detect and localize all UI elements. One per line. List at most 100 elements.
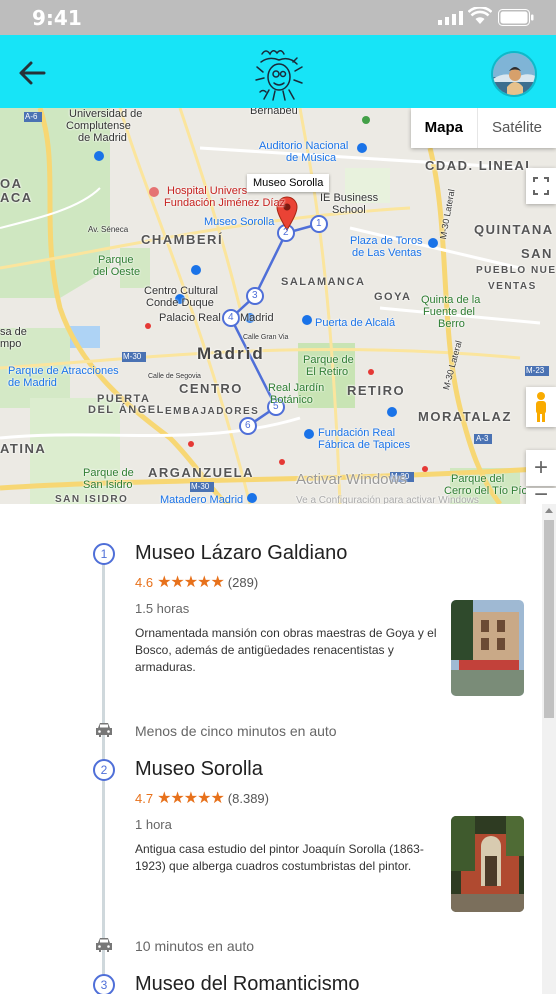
- wifi-icon: [468, 7, 492, 24]
- scroll-up-arrow-icon[interactable]: [545, 508, 553, 513]
- map-label-de-las-ventas: de Las Ventas: [352, 247, 422, 259]
- map-label-av-seneca: Av. Séneca: [88, 225, 129, 234]
- map-label-san: SAN: [521, 246, 553, 261]
- map-label-arganzuela: ARGANZUELA: [148, 465, 254, 480]
- review-count: (8.389): [227, 791, 269, 806]
- fullscreen-button[interactable]: [526, 168, 556, 204]
- map-label-embajadores: EMBAJADORES: [165, 406, 260, 417]
- map-label-complutense: Complutense: [66, 120, 131, 132]
- route-marker-1[interactable]: 1: [316, 218, 322, 230]
- status-time: 9:41: [32, 6, 82, 30]
- stop-photo[interactable]: [451, 600, 524, 696]
- map-label-jardin-1: Real Jardín: [268, 382, 325, 394]
- map-label-cdad-lineal: CDAD. LINEAL: [425, 158, 535, 173]
- map-label-atracciones-2: de Madrid: [8, 377, 57, 389]
- map-label-goya: GOYA: [374, 291, 412, 303]
- map-label-plaza-toros: Plaza de Toros: [350, 235, 423, 247]
- street-view-button[interactable]: [526, 387, 556, 427]
- travel-time: Menos de cinco minutos en auto: [135, 723, 337, 739]
- map-label-retiro-park-2: El Retiro: [306, 366, 349, 378]
- map-label-auditorio: Auditorio Nacional: [259, 140, 349, 152]
- map-label-city-madrid: Madrid: [197, 344, 265, 363]
- battery-icon: [498, 9, 534, 26]
- stop-description: Ornamentada mansión con obras maestras d…: [135, 626, 437, 674]
- back-arrow-icon[interactable]: [14, 55, 50, 91]
- map-label-parque-oeste-2: del Oeste: [93, 266, 141, 278]
- route-marker-5[interactable]: 5: [273, 401, 279, 413]
- map-label-quinta-1: Quinta de la: [421, 294, 481, 306]
- zoom-in-button[interactable]: +: [526, 450, 556, 486]
- activate-windows-watermark: Activar Windows: [296, 471, 407, 488]
- map-tooltip: Museo Sorolla: [247, 174, 330, 192]
- rating-score: 4.6: [135, 575, 154, 590]
- rating-stars-icon: ★★★★★: [157, 790, 225, 807]
- stop-number-badge: 3: [93, 974, 115, 994]
- road-shield-a6: A-6: [25, 112, 38, 121]
- map-type-satellite-button[interactable]: Satélite: [476, 108, 556, 148]
- route-marker-3[interactable]: 3: [252, 290, 258, 302]
- map-type-map-button[interactable]: Mapa: [411, 108, 477, 148]
- map-label-san-isidro-district: SAN ISIDRO: [55, 494, 129, 504]
- map-label-conde-duque: Conde Duque: [146, 297, 214, 309]
- zoom-out-button[interactable]: −: [526, 488, 556, 504]
- map-label-parque-oeste-1: Parque: [98, 254, 134, 266]
- map-label-palacio-real: Palacio Real: [159, 312, 221, 324]
- cellular-signal-icon: [438, 11, 463, 25]
- review-count: (289): [227, 575, 259, 590]
- stop-photo[interactable]: [451, 816, 524, 912]
- map-label-madrid-small: Madrid: [240, 312, 274, 324]
- map-label-cerro-1: Parque del: [451, 473, 505, 485]
- app-bar: [0, 35, 556, 108]
- map-label-fundacion: Fundación Jiménez Díaz: [164, 197, 286, 209]
- rating-score: 4.7: [135, 791, 154, 806]
- map-label-ventas: VENTAS: [488, 281, 537, 292]
- map-label-puerta-alcala: Puerta de Alcalá: [315, 317, 396, 329]
- stop-description: Antigua casa estudio del pintor Joaquín …: [135, 842, 424, 873]
- stop-duration: 1 hora: [135, 817, 172, 832]
- map-label-chamberi: CHAMBERÍ: [141, 232, 224, 247]
- map-label-centro: CENTRO: [179, 381, 243, 396]
- route-marker-6[interactable]: 6: [245, 420, 251, 432]
- museum-photo-icon: [451, 600, 524, 696]
- stop-title[interactable]: Museo Sorolla: [135, 758, 263, 781]
- map-label-pueblo-nuevo: PUEBLO NUEV: [476, 265, 556, 276]
- map-label-moratalaz: MORATALAZ: [418, 409, 512, 424]
- status-bar: 9:41: [0, 0, 556, 35]
- map-label-san-isidro-2: San Isidro: [83, 479, 133, 491]
- map-label-gran-via: Calle Gran Via: [243, 334, 289, 341]
- route-marker-4[interactable]: 4: [228, 312, 234, 324]
- road-shield-m30-south: M-30: [191, 482, 210, 491]
- map-label-quintana: QUINTANA: [474, 222, 554, 237]
- map-label-quinta-2: Fuente del: [423, 306, 475, 318]
- stop-title[interactable]: Museo Lázaro Galdiano: [135, 542, 347, 565]
- map-label-puerta-angel-2: DEL ÁNGEL: [88, 404, 165, 416]
- stop-rating: 4.6 ★★★★★ (289): [135, 572, 258, 592]
- map-label-retiro-park-1: Parque de: [303, 354, 354, 366]
- car-icon: [96, 938, 112, 952]
- map-label-atina: ATINA: [0, 441, 47, 456]
- map-label-oa: OA: [0, 176, 23, 191]
- stop-duration: 1.5 horas: [135, 601, 190, 616]
- scrollbar-thumb[interactable]: [544, 520, 554, 718]
- list-scrollbar[interactable]: [542, 504, 556, 994]
- map-label-school: School: [332, 204, 366, 216]
- route-marker-2[interactable]: 2: [283, 227, 289, 239]
- fullscreen-icon: [533, 177, 549, 195]
- map-label-de-musica: de Música: [286, 152, 337, 164]
- map-label-museo-sorolla: Museo Sorolla: [204, 216, 275, 228]
- stop-number-badge: 2: [93, 759, 115, 781]
- itinerary-list[interactable]: 1 Museo Lázaro Galdiano 4.6 ★★★★★ (289) 1.…: [0, 504, 556, 994]
- car-icon: [96, 723, 112, 737]
- stop-rating: 4.7 ★★★★★ (8.389): [135, 788, 269, 808]
- route-map[interactable]: A-6 M-30 M-30 M-30 A-3 M-23 Universidad …: [0, 108, 556, 504]
- map-label-salamanca: SALAMANCA: [281, 276, 366, 288]
- rating-stars-icon: ★★★★★: [157, 574, 225, 591]
- map-label-aca: ACA: [0, 190, 33, 205]
- user-avatar[interactable]: [491, 51, 537, 97]
- stop-title[interactable]: Museo del Romanticismo: [135, 973, 360, 994]
- map-label-de-madrid: de Madrid: [78, 132, 127, 144]
- map-label-bernabeu: Bernabéu: [250, 108, 298, 117]
- activate-windows-subtext: Ve a Configuración para activar Windows: [296, 495, 479, 504]
- road-shield-m30-west: M-30: [123, 352, 142, 361]
- map-label-san-isidro-1: Parque de: [83, 467, 134, 479]
